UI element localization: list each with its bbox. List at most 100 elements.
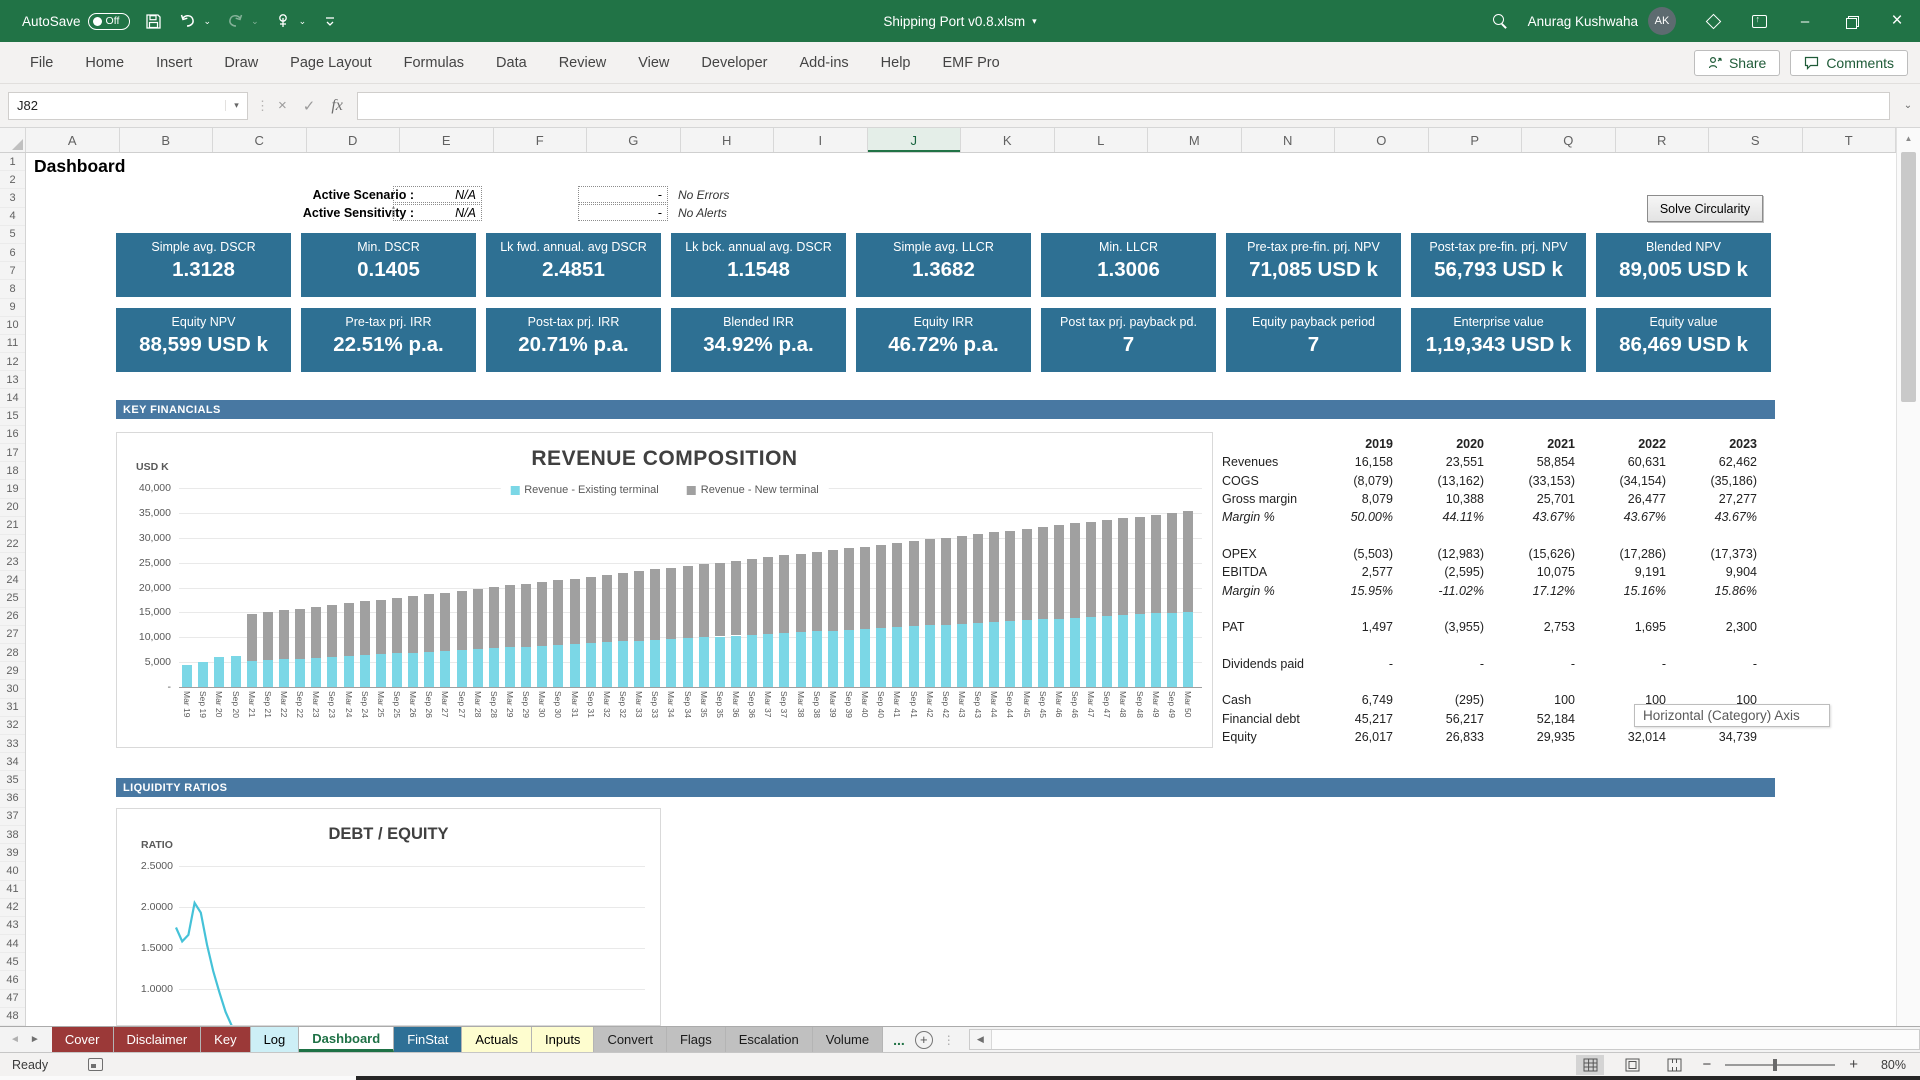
row-header-23[interactable]: 23 — [0, 553, 25, 571]
normal-view-icon[interactable] — [1576, 1055, 1604, 1075]
sheet-tab-finstat[interactable]: FinStat — [394, 1027, 462, 1052]
row-header-41[interactable]: 41 — [0, 881, 25, 899]
active-sensitivity-value[interactable]: N/A — [393, 204, 482, 221]
row-header-10[interactable]: 10 — [0, 317, 25, 335]
formula-bar-handle[interactable]: ⋮ — [256, 98, 270, 114]
row-header-46[interactable]: 46 — [0, 971, 25, 989]
column-header-l[interactable]: L — [1055, 128, 1149, 152]
redo-icon[interactable] — [225, 11, 245, 31]
column-header-n[interactable]: N — [1242, 128, 1336, 152]
column-header-g[interactable]: G — [587, 128, 681, 152]
ribbon-tab-file[interactable]: File — [14, 42, 69, 84]
quick-access-overflow-icon[interactable] — [320, 11, 340, 31]
column-header-d[interactable]: D — [307, 128, 401, 152]
row-header-30[interactable]: 30 — [0, 680, 25, 698]
undo-dropdown-icon[interactable]: ⌄ — [204, 16, 212, 27]
autosave-toggle[interactable]: AutoSave Off — [22, 13, 130, 30]
row-header-13[interactable]: 13 — [0, 371, 25, 389]
restore-button[interactable] — [1828, 0, 1874, 42]
row-header-6[interactable]: 6 — [0, 244, 25, 262]
row-header-32[interactable]: 32 — [0, 717, 25, 735]
errors-count[interactable]: - — [578, 186, 668, 203]
ribbon-tab-review[interactable]: Review — [543, 42, 623, 84]
zoom-slider[interactable] — [1725, 1064, 1835, 1066]
column-header-k[interactable]: K — [961, 128, 1055, 152]
ribbon-tab-formulas[interactable]: Formulas — [388, 42, 480, 84]
sheet-tab-disclaimer[interactable]: Disclaimer — [114, 1027, 202, 1052]
row-header-27[interactable]: 27 — [0, 626, 25, 644]
row-header-42[interactable]: 42 — [0, 899, 25, 917]
row-header-29[interactable]: 29 — [0, 662, 25, 680]
sheet-tab-log[interactable]: Log — [251, 1027, 300, 1052]
minimize-button[interactable]: – — [1782, 0, 1828, 42]
row-header-26[interactable]: 26 — [0, 608, 25, 626]
vertical-scrollbar-thumb[interactable] — [1901, 152, 1916, 402]
row-header-1[interactable]: 1 — [0, 153, 25, 171]
row-header-8[interactable]: 8 — [0, 280, 25, 298]
row-header-37[interactable]: 37 — [0, 808, 25, 826]
row-header-9[interactable]: 9 — [0, 299, 25, 317]
row-header-18[interactable]: 18 — [0, 462, 25, 480]
sheet-tab-flags[interactable]: Flags — [667, 1027, 726, 1052]
row-header-39[interactable]: 39 — [0, 844, 25, 862]
row-header-4[interactable]: 4 — [0, 208, 25, 226]
touch-mode-dropdown-icon[interactable]: ⌄ — [299, 16, 307, 27]
ribbon-tab-data[interactable]: Data — [480, 42, 543, 84]
confirm-entry-icon[interactable]: ✓ — [303, 97, 316, 115]
column-header-s[interactable]: S — [1709, 128, 1803, 152]
solve-circularity-button[interactable]: Solve Circularity — [1647, 195, 1763, 222]
page-break-preview-icon[interactable] — [1660, 1055, 1688, 1075]
row-header-40[interactable]: 40 — [0, 862, 25, 880]
row-header-21[interactable]: 21 — [0, 517, 25, 535]
close-button[interactable]: × — [1874, 0, 1920, 42]
row-header-43[interactable]: 43 — [0, 917, 25, 935]
row-header-47[interactable]: 47 — [0, 990, 25, 1008]
ribbon-tab-view[interactable]: View — [622, 42, 685, 84]
ribbon-tab-draw[interactable]: Draw — [208, 42, 274, 84]
row-header-25[interactable]: 25 — [0, 590, 25, 608]
row-header-24[interactable]: 24 — [0, 571, 25, 589]
row-header-2[interactable]: 2 — [0, 171, 25, 189]
vertical-scrollbar[interactable]: ▲ — [1896, 128, 1920, 1026]
row-header-20[interactable]: 20 — [0, 499, 25, 517]
row-header-3[interactable]: 3 — [0, 189, 25, 207]
sheet-tab-key[interactable]: Key — [201, 1027, 250, 1052]
sheet-tab-dashboard[interactable]: Dashboard — [299, 1027, 394, 1052]
column-header-t[interactable]: T — [1803, 128, 1897, 152]
worksheet[interactable]: Dashboard Active Scenario : N/A Active S… — [26, 153, 1896, 1026]
sheet-tab-inputs[interactable]: Inputs — [532, 1027, 594, 1052]
name-box[interactable]: J82 ▾ — [8, 92, 248, 120]
expand-formula-bar-icon[interactable]: ⌄ — [1896, 100, 1920, 111]
zoom-slider-thumb[interactable] — [1773, 1059, 1777, 1071]
ribbon-tab-page-layout[interactable]: Page Layout — [274, 42, 387, 84]
premium-diamond-icon[interactable] — [1690, 0, 1736, 42]
ribbon-tab-help[interactable]: Help — [865, 42, 927, 84]
sheet-tab-cover[interactable]: Cover — [52, 1027, 114, 1052]
name-box-dropdown-icon[interactable]: ▾ — [225, 100, 247, 111]
scroll-left-icon[interactable]: ◀ — [970, 1030, 992, 1049]
record-macro-icon[interactable] — [88, 1058, 103, 1071]
column-header-f[interactable]: F — [494, 128, 588, 152]
document-title[interactable]: Shipping Port v0.8.xlsm — [883, 14, 1025, 29]
column-header-c[interactable]: C — [213, 128, 307, 152]
row-header-22[interactable]: 22 — [0, 535, 25, 553]
column-header-i[interactable]: I — [774, 128, 868, 152]
row-header-28[interactable]: 28 — [0, 644, 25, 662]
row-header-15[interactable]: 15 — [0, 408, 25, 426]
page-layout-view-icon[interactable] — [1618, 1055, 1646, 1075]
row-header-36[interactable]: 36 — [0, 790, 25, 808]
row-header-31[interactable]: 31 — [0, 699, 25, 717]
row-header-5[interactable]: 5 — [0, 226, 25, 244]
touch-mouse-mode-icon[interactable] — [273, 11, 293, 31]
horizontal-scrollbar[interactable]: ◀ — [969, 1029, 1920, 1050]
column-header-j[interactable]: J — [868, 128, 962, 152]
search-icon[interactable] — [1478, 0, 1524, 42]
row-header-14[interactable]: 14 — [0, 389, 25, 407]
row-header-17[interactable]: 17 — [0, 444, 25, 462]
undo-icon[interactable] — [178, 11, 198, 31]
ribbon-tab-insert[interactable]: Insert — [140, 42, 208, 84]
column-header-p[interactable]: P — [1429, 128, 1523, 152]
sheet-tab-convert[interactable]: Convert — [594, 1027, 667, 1052]
column-header-m[interactable]: M — [1148, 128, 1242, 152]
row-header-48[interactable]: 48 — [0, 1008, 25, 1026]
